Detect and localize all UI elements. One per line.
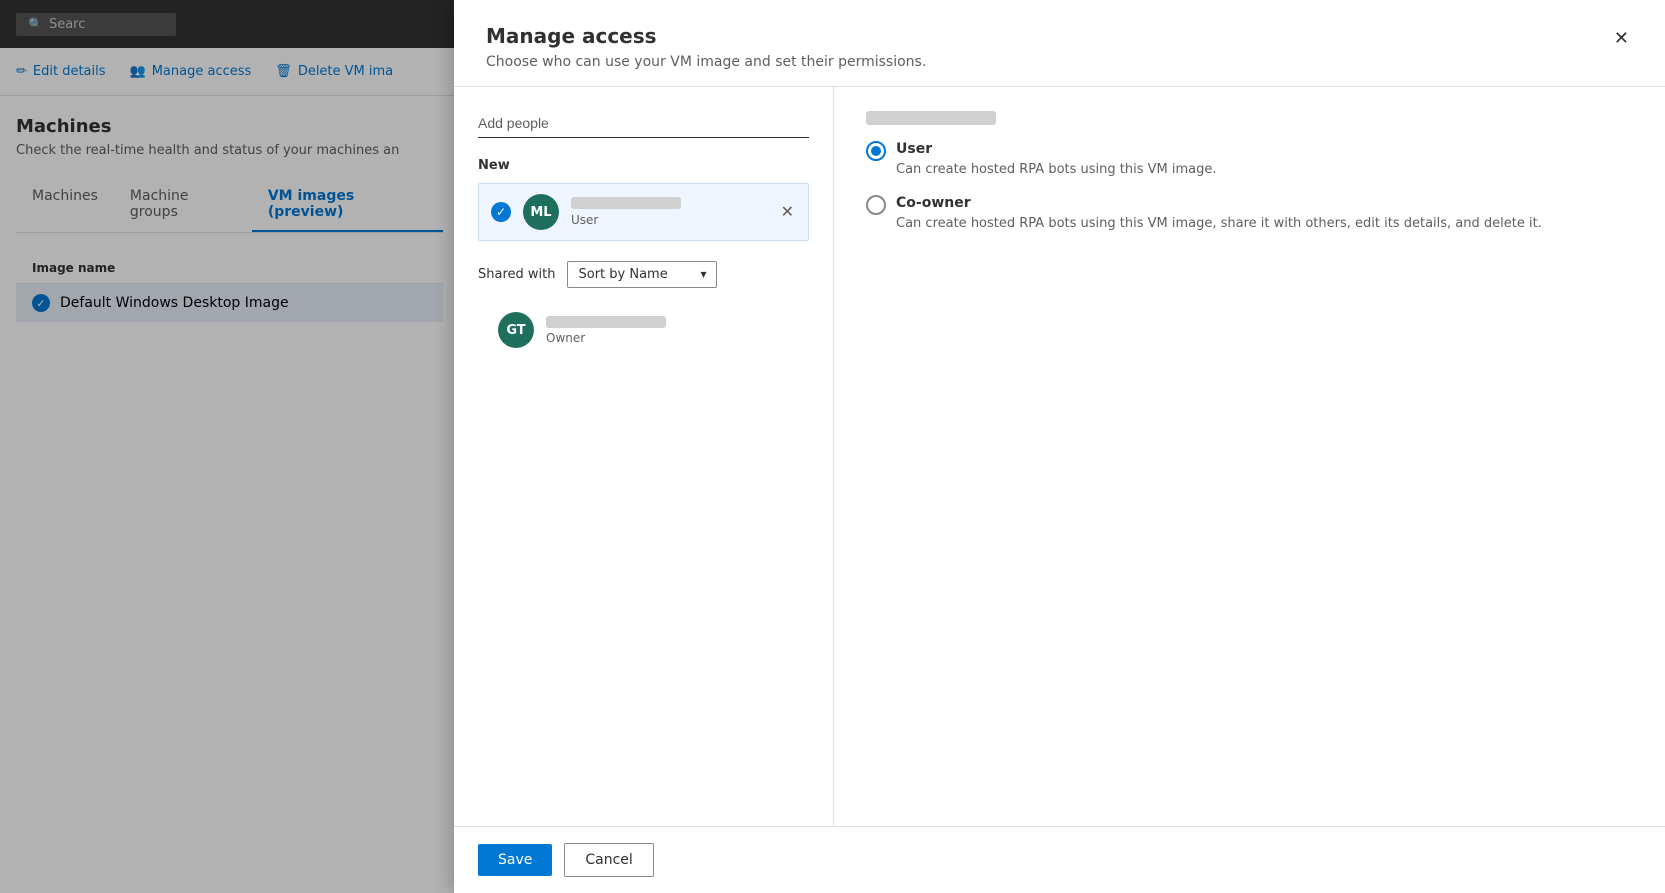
shared-person-row[interactable]: GT Owner <box>486 304 809 356</box>
modal-header-text: Manage access Choose who can use your VM… <box>486 24 926 70</box>
avatar-gt-initials: GT <box>506 323 525 338</box>
avatar-ml-initials: ML <box>530 205 551 220</box>
check-icon: ✓ <box>496 205 506 219</box>
shared-with-label: Shared with <box>478 267 555 282</box>
sort-dropdown[interactable]: Sort by Name <box>567 261 717 288</box>
user-role-option[interactable]: User Can create hosted RPA bots using th… <box>866 141 1633 179</box>
coowner-role-radio[interactable] <box>866 195 886 215</box>
modal-title: Manage access <box>486 24 926 48</box>
avatar-ml: ML <box>523 194 559 230</box>
coowner-role-desc: Can create hosted RPA bots using this VM… <box>896 215 1542 233</box>
close-icon: ✕ <box>1614 28 1629 49</box>
shared-person-gt-role: Owner <box>546 331 666 345</box>
user-role-label: User <box>896 141 1217 157</box>
coowner-role-content: Co-owner Can create hosted RPA bots usin… <box>896 195 1542 233</box>
coowner-role-option[interactable]: Co-owner Can create hosted RPA bots usin… <box>866 195 1633 233</box>
sort-dropdown-value: Sort by Name <box>578 267 692 282</box>
modal-subtitle: Choose who can use your VM image and set… <box>486 54 926 70</box>
shared-with-section: Shared with Sort by Name <box>478 261 809 288</box>
modal-body: New ✓ ML User ✕ Shared with <box>454 87 1665 826</box>
cancel-button[interactable]: Cancel <box>564 843 653 877</box>
new-person-row[interactable]: ✓ ML User ✕ <box>478 183 809 241</box>
right-person-name-blurred <box>866 111 996 125</box>
person-check-icon: ✓ <box>491 202 511 222</box>
person-ml-role: User <box>571 213 598 227</box>
manage-access-modal: Manage access Choose who can use your VM… <box>454 0 1665 893</box>
modal-header: Manage access Choose who can use your VM… <box>454 0 1665 87</box>
save-button[interactable]: Save <box>478 844 552 876</box>
add-people-input[interactable] <box>478 111 809 138</box>
shared-person-gt-info: Owner <box>546 316 666 345</box>
modal-left-panel: New ✓ ML User ✕ Shared with <box>454 87 834 826</box>
user-role-radio[interactable] <box>866 141 886 161</box>
user-role-desc: Can create hosted RPA bots using this VM… <box>896 161 1217 179</box>
permissions-radio-group: User Can create hosted RPA bots using th… <box>866 141 1633 233</box>
user-role-content: User Can create hosted RPA bots using th… <box>896 141 1217 179</box>
new-section-label: New <box>478 158 809 173</box>
person-ml-info: User <box>571 197 767 228</box>
person-ml-name-blurred <box>571 197 681 209</box>
avatar-gt: GT <box>498 312 534 348</box>
remove-icon: ✕ <box>781 202 794 222</box>
coowner-role-label: Co-owner <box>896 195 1542 211</box>
modal-footer: Save Cancel <box>454 826 1665 893</box>
modal-right-panel: User Can create hosted RPA bots using th… <box>834 87 1665 826</box>
remove-person-button[interactable]: ✕ <box>779 200 796 224</box>
shared-person-gt-name-blurred <box>546 316 666 328</box>
chevron-down-icon <box>700 267 706 282</box>
modal-close-button[interactable]: ✕ <box>1610 24 1633 53</box>
